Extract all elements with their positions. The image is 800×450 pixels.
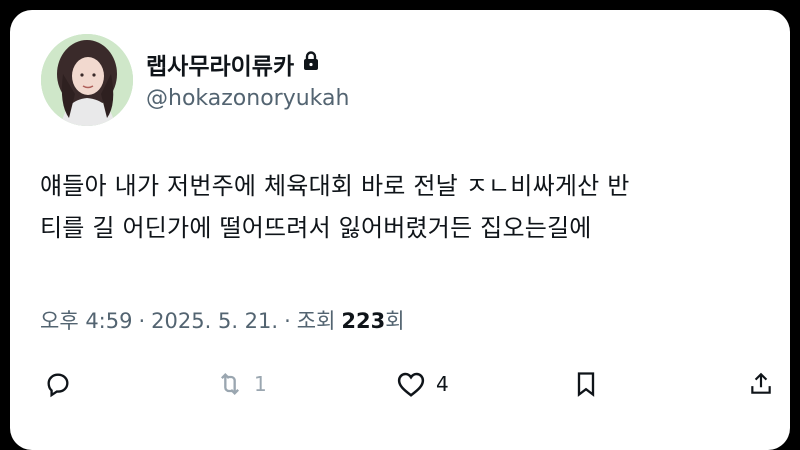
retweet-count: 1 bbox=[254, 372, 267, 396]
like-button[interactable]: 4 bbox=[396, 370, 449, 398]
tweet-text: 얘들아 내가 저번주에 체육대회 바로 전날 ㅈㄴ비싸게산 반 티를 길 어딘가… bbox=[40, 165, 780, 249]
views-label: 조회 bbox=[296, 309, 336, 333]
share-button[interactable] bbox=[748, 370, 774, 398]
tweet-card: 랩사무라이류카 @hokazonoryukah 얘들아 내가 저번주에 체육대회… bbox=[10, 10, 790, 450]
reply-icon bbox=[47, 373, 69, 398]
separator: · bbox=[138, 309, 146, 333]
display-name-row[interactable]: 랩사무라이류카 bbox=[146, 47, 320, 81]
retweet-button[interactable]: 1 bbox=[216, 370, 267, 398]
action-bar: 1 4 bbox=[40, 370, 780, 410]
avatar[interactable] bbox=[41, 34, 133, 126]
tweet-text-line: 얘들아 내가 저번주에 체육대회 바로 전날 ㅈㄴ비싸게산 반 bbox=[40, 172, 630, 200]
tweet-time[interactable]: 오후 4:59 bbox=[40, 305, 132, 335]
views-suffix: 회 bbox=[385, 309, 405, 333]
bookmark-button[interactable] bbox=[574, 370, 598, 398]
lock-icon bbox=[302, 51, 320, 77]
heart-icon bbox=[397, 372, 425, 397]
avatar-image bbox=[41, 34, 133, 126]
share-icon bbox=[751, 372, 771, 394]
user-handle[interactable]: @hokazonoryukah bbox=[146, 86, 349, 111]
display-name[interactable]: 랩사무라이류카 bbox=[146, 47, 294, 81]
tweet-meta: 오후 4:59 · 2025. 5. 21. · 조회 223 회 bbox=[40, 305, 405, 335]
views-count: 223 bbox=[341, 309, 386, 333]
like-count: 4 bbox=[436, 372, 449, 396]
reply-button[interactable] bbox=[44, 370, 72, 398]
tweet-date[interactable]: 2025. 5. 21. bbox=[151, 309, 278, 333]
retweet-icon bbox=[221, 373, 239, 395]
bookmark-icon bbox=[577, 372, 595, 397]
separator: · bbox=[284, 309, 291, 333]
tweet-text-line: 티를 길 어딘가에 떨어뜨려서 잃어버렸거든 집오는길에 bbox=[40, 214, 592, 242]
